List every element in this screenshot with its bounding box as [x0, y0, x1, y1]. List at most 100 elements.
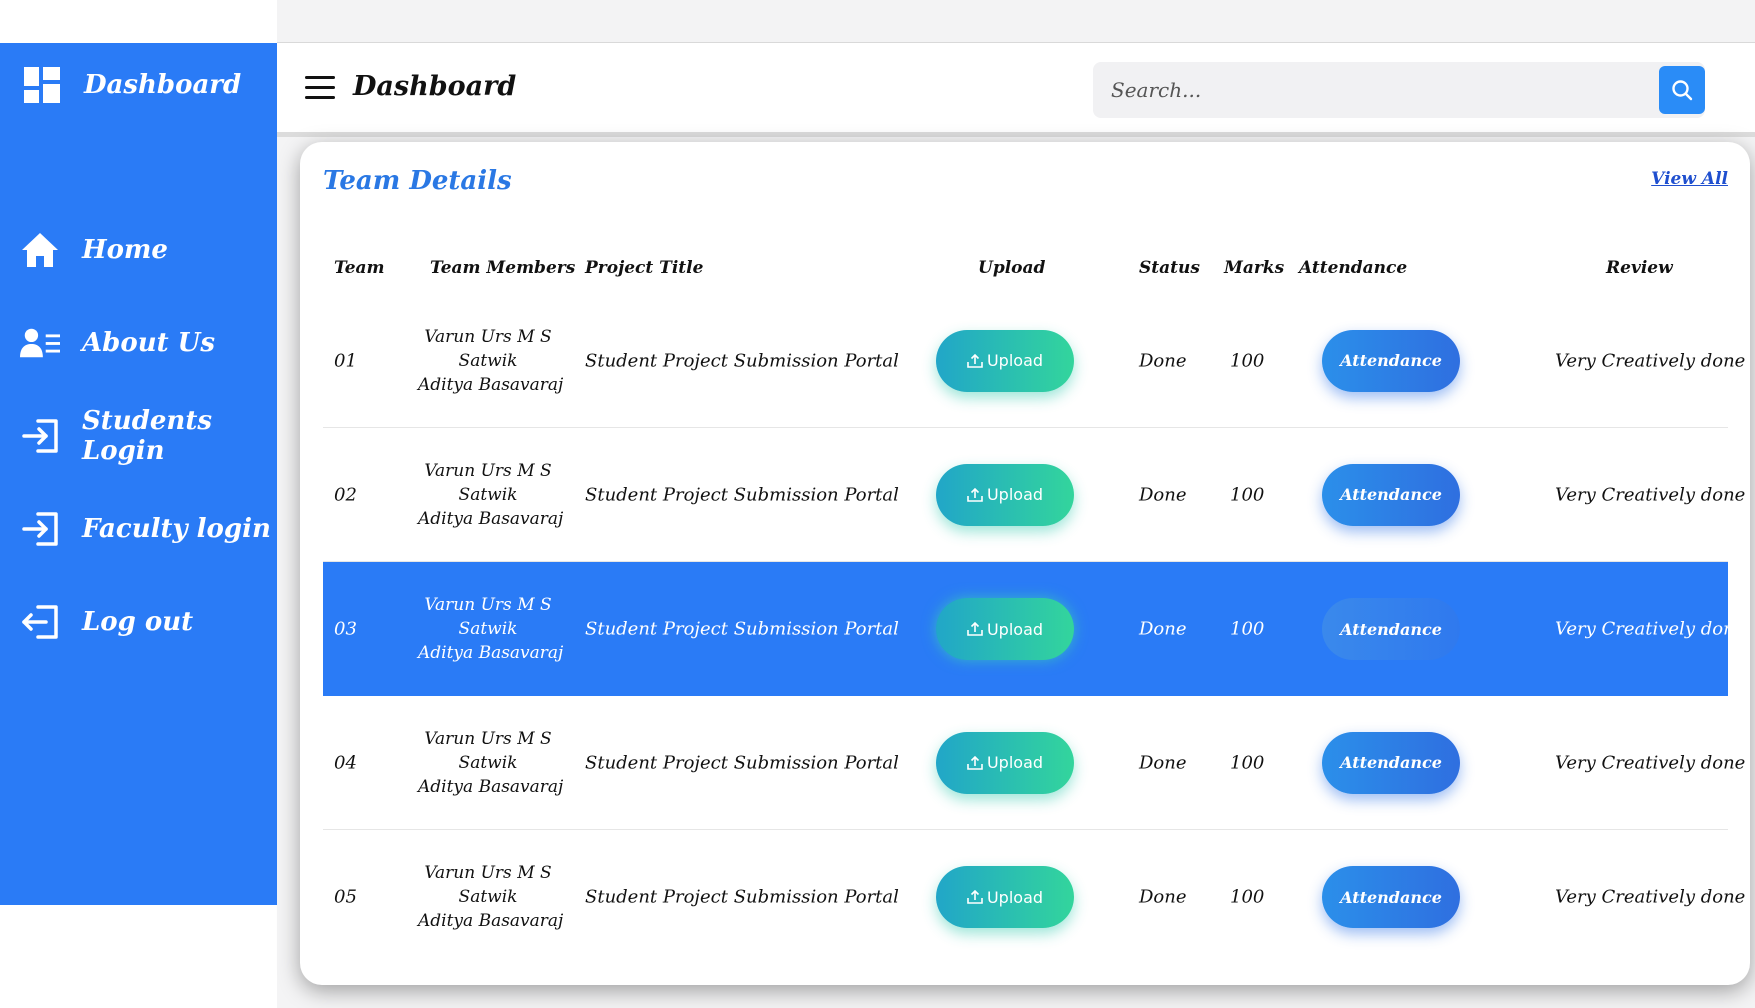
upload-button[interactable]: Upload — [936, 866, 1074, 928]
attendance-button[interactable]: Attendance — [1322, 731, 1460, 794]
team-table-body: 01 Varun Urs M S Satwik Aditya Basavaraj… — [323, 294, 1745, 964]
team-number: 01 — [334, 350, 357, 371]
member-name: Satwik — [458, 484, 518, 505]
marks-value: 100 — [1230, 350, 1265, 371]
team-members: Varun Urs M S Satwik Aditya Basavaraj — [418, 459, 564, 531]
member-name: Varun Urs M S — [424, 728, 552, 749]
team-number: 02 — [334, 484, 357, 505]
status-value: Done — [1139, 350, 1187, 371]
member-name: Varun Urs M S — [424, 460, 552, 481]
home-icon — [20, 230, 60, 270]
sidebar-item-home[interactable]: Home — [0, 203, 277, 296]
marks-value: 100 — [1230, 752, 1265, 773]
table-row[interactable]: 04 Varun Urs M S Satwik Aditya Basavaraj… — [323, 696, 1745, 830]
team-details-card: Team Details View All Team Team Members … — [300, 142, 1750, 985]
attendance-button[interactable]: Attendance — [1322, 463, 1460, 526]
member-name: Varun Urs M S — [424, 595, 552, 615]
sidebar: Dashboard Home About Us Students Login F… — [0, 43, 277, 905]
search-button[interactable] — [1659, 66, 1705, 114]
table-row[interactable]: 01 Varun Urs M S Satwik Aditya Basavaraj… — [323, 294, 1745, 428]
upload-button[interactable]: Upload — [936, 463, 1074, 526]
member-name: Satwik — [458, 350, 518, 371]
column-header-members: Team Members — [430, 258, 576, 278]
marks-value: 100 — [1230, 618, 1265, 640]
column-header-status: Status — [1139, 258, 1200, 278]
project-title: Student Project Submission Portal — [585, 618, 899, 640]
project-title: Student Project Submission Portal — [585, 886, 899, 908]
sidebar-nav: Home About Us Students Login Faculty log… — [0, 203, 277, 668]
status-value: Done — [1139, 886, 1187, 908]
sidebar-item-label: Home — [82, 234, 168, 265]
upload-button[interactable]: Upload — [936, 329, 1074, 392]
review-value: Very Creatively done — [1555, 484, 1746, 505]
team-number: 04 — [334, 752, 357, 773]
table-row-selected[interactable]: 03 Varun Urs M S Satwik Aditya Basavaraj… — [323, 562, 1745, 696]
search-input[interactable] — [1093, 62, 1673, 118]
upload-button-label: Upload — [986, 887, 1044, 907]
sidebar-brand[interactable]: Dashboard — [22, 65, 241, 105]
upload-icon — [967, 755, 983, 770]
sidebar-item-label: Faculty login — [82, 513, 271, 544]
upload-button-label: Upload — [986, 485, 1044, 504]
search-bar — [1093, 62, 1705, 118]
sidebar-item-log-out[interactable]: Log out — [0, 575, 277, 668]
table-row[interactable]: 05 Varun Urs M S Satwik Aditya Basavaraj… — [323, 830, 1745, 964]
attendance-button[interactable]: Attendance — [1322, 866, 1460, 928]
dashboard-grid-icon — [22, 65, 62, 105]
card-title: Team Details — [323, 166, 512, 196]
column-header-marks: Marks — [1224, 258, 1285, 278]
sidebar-brand-label: Dashboard — [84, 70, 242, 100]
top-strip-left — [0, 0, 277, 43]
marks-value: 100 — [1230, 484, 1265, 505]
upload-button-label: Upload — [986, 351, 1044, 370]
member-name: Satwik — [458, 752, 518, 773]
member-name: Varun Urs M S — [424, 326, 552, 347]
upload-icon — [967, 487, 983, 502]
login-icon — [20, 416, 60, 456]
member-name: Varun Urs M S — [424, 863, 552, 883]
review-value: Very Creatively done — [1555, 618, 1746, 640]
hamburger-menu-icon[interactable] — [305, 76, 335, 100]
sidebar-item-students-login[interactable]: Students Login — [0, 389, 277, 482]
member-name: Aditya Basavaraj — [418, 643, 564, 663]
sidebar-item-about-us[interactable]: About Us — [0, 296, 277, 389]
member-name: Satwik — [458, 619, 518, 639]
team-number: 03 — [334, 618, 357, 640]
team-members: Varun Urs M S Satwik Aditya Basavaraj — [418, 861, 563, 933]
review-value: Very Creatively done — [1555, 752, 1746, 773]
marks-value: 100 — [1230, 886, 1265, 908]
upload-icon — [967, 622, 983, 636]
upload-button-label: Upload — [986, 753, 1044, 772]
sidebar-item-label: Students Login — [82, 405, 212, 466]
user-list-icon — [20, 323, 60, 363]
team-members: Varun Urs M S Satwik Aditya Basavaraj — [418, 325, 564, 397]
review-value: Very Creatively done — [1555, 886, 1746, 908]
upload-icon — [967, 353, 983, 368]
member-name: Aditya Basavaraj — [418, 508, 564, 529]
view-all-link[interactable]: View All — [1651, 169, 1728, 189]
page-title: Dashboard — [353, 71, 517, 102]
member-name: Satwik — [458, 887, 518, 907]
attendance-button[interactable]: Attendance — [1322, 329, 1460, 392]
team-members: Varun Urs M S Satwik Aditya Basavaraj — [418, 593, 564, 665]
sidebar-item-faculty-login[interactable]: Faculty login — [0, 482, 277, 575]
project-title: Student Project Submission Portal — [585, 752, 899, 773]
project-title: Student Project Submission Portal — [585, 484, 899, 505]
upload-button[interactable]: Upload — [936, 598, 1074, 660]
review-value: Very Creatively done — [1555, 350, 1746, 371]
member-name: Aditya Basavaraj — [418, 374, 564, 395]
status-value: Done — [1139, 618, 1187, 640]
upload-button[interactable]: Upload — [936, 731, 1074, 794]
table-row[interactable]: 02 Varun Urs M S Satwik Aditya Basavaraj… — [323, 428, 1745, 562]
sidebar-footer-space — [0, 905, 277, 1008]
attendance-button[interactable]: Attendance — [1322, 598, 1460, 660]
logout-icon — [20, 602, 60, 642]
column-header-review: Review — [1606, 258, 1673, 278]
upload-icon — [967, 890, 983, 904]
status-value: Done — [1139, 484, 1187, 505]
login-icon — [20, 509, 60, 549]
top-header: Dashboard — [277, 43, 1755, 137]
team-number: 05 — [334, 886, 357, 908]
sidebar-item-label: About Us — [82, 327, 215, 358]
column-header-team: Team — [334, 258, 385, 278]
